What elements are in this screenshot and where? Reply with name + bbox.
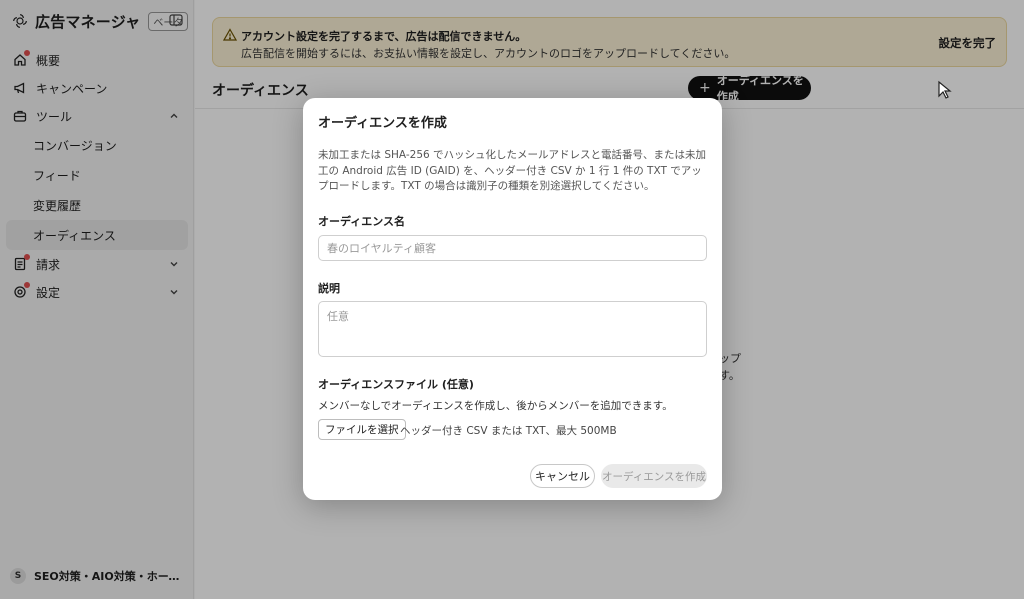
- mouse-cursor-icon: [938, 80, 952, 99]
- description-label: 説明: [318, 282, 340, 295]
- cancel-button[interactable]: キャンセル: [530, 464, 595, 488]
- audience-file-hint: メンバーなしでオーディエンスを作成し、後からメンバーを追加できます。: [318, 400, 673, 412]
- audience-name-label: オーディエンス名: [318, 215, 406, 228]
- file-format-hint: ヘッダー付き CSV または TXT、最大 500MB: [400, 425, 617, 437]
- audience-name-input[interactable]: [318, 235, 707, 261]
- create-audience-dialog: オーディエンスを作成 未加工または SHA-256 でハッシュ化したメールアドレ…: [303, 98, 722, 500]
- dialog-title: オーディエンスを作成: [318, 116, 447, 131]
- choose-file-button[interactable]: ファイルを選択: [318, 419, 406, 440]
- submit-create-audience-button[interactable]: オーディエンスを作成: [601, 464, 707, 488]
- description-input[interactable]: [318, 301, 707, 357]
- audience-file-label: オーディエンスファイル (任意): [318, 378, 474, 391]
- dialog-description: 未加工または SHA-256 でハッシュ化したメールアドレスと電話番号、または未…: [318, 149, 707, 192]
